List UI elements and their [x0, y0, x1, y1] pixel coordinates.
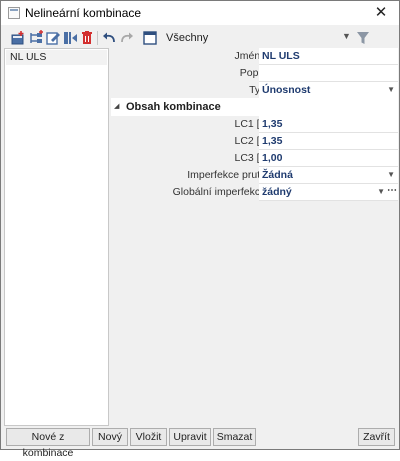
type-select[interactable]: Únosnost ▼: [259, 82, 398, 99]
prop-row-description: Popis: [111, 65, 398, 82]
prop-row-type: Typ Únosnost ▼: [111, 82, 398, 99]
delete-icon[interactable]: [79, 30, 95, 46]
list-item[interactable]: NL ULS: [6, 50, 107, 65]
undo-icon[interactable]: [101, 30, 117, 46]
filter-funnel-icon[interactable]: [356, 30, 370, 46]
table-view-icon[interactable]: [142, 30, 158, 46]
edit-icon[interactable]: [45, 30, 61, 46]
name-value: NL ULS: [262, 50, 300, 62]
lc2-field[interactable]: 1,35: [259, 133, 398, 150]
description-field[interactable]: [259, 65, 398, 82]
dialog-window: Nelineární kombinace ✕ Všechny ▼ NL ULS …: [0, 0, 400, 459]
new-button[interactable]: Nový: [92, 428, 128, 446]
chevron-down-icon[interactable]: ▼: [377, 184, 385, 200]
new-from-combination-button[interactable]: Nové z kombinace: [6, 428, 90, 459]
chevron-down-icon[interactable]: ▼: [387, 82, 395, 98]
prop-row-lc3: LC3 [-] 1,00: [111, 150, 398, 167]
close-button[interactable]: Zavřít: [358, 428, 395, 446]
filter-dropdown-arrow-icon[interactable]: ▼: [342, 31, 351, 41]
filter-select-value[interactable]: Všechny: [166, 32, 208, 44]
app-window-icon: [8, 7, 20, 19]
footer-buttons: Nové z kombinace Nový Vložit Upravit Sma…: [1, 428, 399, 459]
toolbar-separator: [97, 31, 98, 45]
lc3-value: 1,00: [262, 152, 283, 164]
combination-list: NL ULS: [4, 48, 109, 426]
delete-button[interactable]: Smazat: [213, 428, 256, 446]
chevron-down-icon[interactable]: ▼: [387, 167, 395, 183]
more-options-icon[interactable]: ⋯: [387, 183, 397, 199]
group-header-combination-content[interactable]: ◢ Obsah kombinace: [111, 98, 398, 116]
add-row-icon[interactable]: [28, 30, 44, 46]
prop-label-member-imperfection: Imperfekce prutu: [187, 169, 266, 181]
prop-label-global-imperfection: Globální imperfekce: [172, 186, 266, 198]
member-imperfection-select[interactable]: Žádná ▼: [259, 167, 398, 184]
lc2-value: 1,35: [262, 135, 283, 147]
lc1-field[interactable]: 1,35: [259, 116, 398, 133]
global-imperfection-value: žádný: [262, 186, 292, 198]
group-label: Obsah kombinace: [126, 101, 221, 113]
member-imperfection-value: Žádná: [262, 169, 293, 181]
close-window-icon[interactable]: ✕: [367, 2, 395, 24]
prop-row-global-imperfection: Globální imperfekce žádný ▼ ⋯: [111, 184, 398, 201]
prop-row-name: Jméno NL ULS: [111, 48, 398, 65]
insert-column-icon[interactable]: [62, 30, 78, 46]
global-imperfection-select[interactable]: žádný ▼ ⋯: [259, 184, 398, 201]
prop-row-member-imperfection: Imperfekce prutu Žádná ▼: [111, 167, 398, 184]
title-bar: Nelineární kombinace ✕: [1, 1, 399, 25]
lc3-field[interactable]: 1,00: [259, 150, 398, 167]
toolbar: Všechny ▼: [2, 27, 398, 49]
new-item-icon[interactable]: [10, 30, 26, 46]
name-field[interactable]: NL ULS: [259, 48, 398, 65]
prop-row-lc2: LC2 [-] 1,35: [111, 133, 398, 150]
window-title: Nelineární kombinace: [25, 6, 142, 20]
type-value: Únosnost: [262, 84, 311, 96]
collapse-triangle-icon[interactable]: ◢: [114, 102, 119, 110]
insert-button[interactable]: Vložit: [130, 428, 167, 446]
redo-icon[interactable]: [119, 30, 135, 46]
lc1-value: 1,35: [262, 118, 283, 130]
prop-row-lc1: LC1 [-] 1,35: [111, 116, 398, 133]
properties-panel: Jméno NL ULS Popis Typ Únosnost ▼ ◢ Obsa…: [111, 48, 398, 426]
edit-button[interactable]: Upravit: [169, 428, 211, 446]
